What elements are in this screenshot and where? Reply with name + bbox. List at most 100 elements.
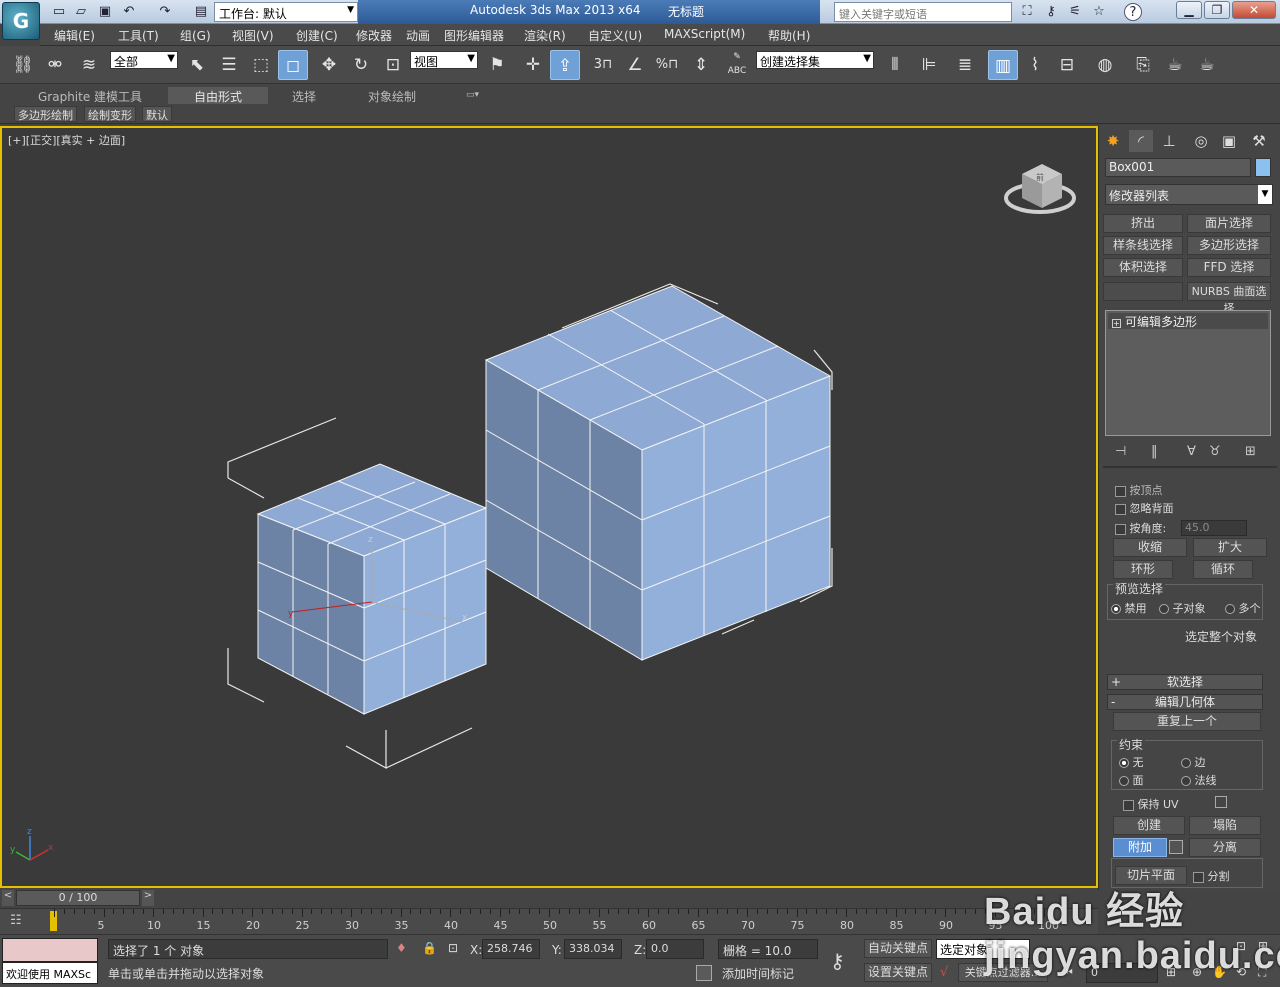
preserve-uv-settings-icon[interactable] [1215, 796, 1227, 808]
menu-graph-editors[interactable]: 图形编辑器 [444, 27, 504, 44]
mirror-icon[interactable]: ⫴ [880, 50, 910, 80]
radio[interactable] [1119, 776, 1129, 786]
slider-prev-arrow[interactable]: < [2, 890, 14, 906]
patch-select-button[interactable]: 面片选择 [1187, 214, 1271, 233]
slice-plane-button[interactable]: 切片平面 [1115, 866, 1187, 885]
angle-spinner[interactable]: 45.0 [1181, 520, 1247, 536]
zoom-extents-all-icon[interactable]: ⊞ [1258, 939, 1268, 953]
object-name-field[interactable]: Box001 [1105, 158, 1251, 177]
time-config-icon[interactable]: ⊞ [1166, 965, 1176, 979]
save-icon[interactable]: ▣ [96, 3, 114, 21]
radio[interactable] [1119, 758, 1129, 768]
create-tab-icon[interactable]: ✸ [1101, 130, 1125, 152]
material-editor-icon[interactable]: ◍ [1090, 50, 1120, 80]
large-cube[interactable] [484, 285, 832, 661]
radio[interactable] [1159, 604, 1169, 614]
constraint-none-radio[interactable]: 无 [1119, 754, 1144, 770]
checkbox[interactable] [1115, 503, 1126, 515]
viewcube[interactable]: 前 [1004, 164, 1076, 214]
menu-views[interactable]: 视图(V) [232, 27, 274, 44]
soft-selection-rollout[interactable]: + 软选择 [1107, 674, 1263, 690]
time-slider-thumb[interactable]: 0 / 100 [16, 890, 140, 906]
loop-button[interactable]: 循环 [1193, 560, 1253, 579]
connect-icon[interactable]: ⚟ [1066, 3, 1084, 21]
radio[interactable] [1111, 604, 1121, 614]
radio[interactable] [1181, 758, 1191, 768]
attach-button[interactable]: 附加 [1113, 838, 1167, 857]
preserve-uv-checkbox[interactable]: 保持 UV [1123, 796, 1179, 812]
ignore-backfacing-checkbox[interactable]: 忽略背面 [1115, 500, 1174, 516]
checkbox[interactable] [1115, 485, 1126, 497]
constraint-face-radio[interactable]: 面 [1119, 772, 1144, 788]
by-angle-checkbox[interactable]: 按角度: [1115, 520, 1166, 536]
pivot-center-icon[interactable]: ⚑ [482, 50, 512, 80]
rect-selection-icon[interactable]: ⬚ [246, 50, 276, 80]
tab-object-paint[interactable]: 对象绘制 [360, 87, 424, 104]
menu-rendering[interactable]: 渲染(R) [524, 27, 566, 44]
keyboard-shortcut-override-icon[interactable]: ⇪ [550, 50, 580, 80]
project-folder-icon[interactable]: ▤ [192, 3, 210, 21]
open-file-icon[interactable]: ▱ [72, 3, 90, 21]
key-icon[interactable]: ⚷ [1042, 3, 1060, 21]
new-file-icon[interactable]: ▭ [50, 3, 68, 21]
modifier-list-dropdown[interactable]: 修改器列表 ▼ [1105, 184, 1273, 205]
empty-modifier-button[interactable] [1103, 282, 1183, 301]
z-coordinate-field[interactable]: 0.0 [646, 939, 704, 959]
motion-tab-icon[interactable]: ◎ [1189, 130, 1213, 152]
y-coordinate-field[interactable]: 338.034 [564, 939, 622, 959]
maxscript-listener-pink[interactable] [2, 938, 98, 962]
binoculars-icon[interactable]: ⛶ [1018, 3, 1036, 21]
display-tab-icon[interactable]: ▣ [1217, 130, 1241, 152]
edit-named-selection-icon[interactable]: ✎ ABC [722, 50, 752, 80]
checkbox[interactable] [1123, 799, 1134, 811]
menu-modifiers[interactable]: 修改器 [356, 27, 392, 44]
subtab-paint-deform[interactable]: 绘制变形 [84, 106, 136, 122]
key-filters-button[interactable]: 关键点过滤器... [958, 963, 1048, 982]
subtab-defaults[interactable]: 默认 [142, 106, 172, 122]
constraint-edge-radio[interactable]: 边 [1181, 754, 1206, 770]
help-icon[interactable]: ? [1124, 3, 1142, 21]
current-frame-field[interactable]: 0 [1086, 963, 1158, 983]
maximize-viewport-icon[interactable]: ⛶ [1258, 965, 1266, 980]
menu-customize[interactable]: 自定义(U) [588, 27, 642, 44]
nurbs-surface-select-button[interactable]: NURBS 曲面选择 [1187, 282, 1271, 315]
preview-multi-radio[interactable]: 多个 [1225, 600, 1261, 616]
grow-button[interactable]: 扩大 [1193, 538, 1267, 557]
subtab-poly-draw[interactable]: 多边形绘制 [14, 106, 77, 122]
collapse-button[interactable]: 塌陷 [1189, 816, 1261, 835]
x-coordinate-field[interactable]: 258.746 [482, 939, 540, 959]
maximize-button[interactable]: ❐ [1204, 1, 1230, 19]
repeat-last-button[interactable]: 重复上一个 [1113, 712, 1261, 731]
remove-modifier-icon[interactable]: ♉ [1209, 444, 1221, 459]
menu-group[interactable]: 组(G) [180, 27, 211, 44]
search-input[interactable]: 键入关键字或短语 [834, 2, 1012, 22]
selection-filter-dropdown[interactable]: 全部 ▼ [110, 51, 178, 69]
tab-selection[interactable]: 选择 [284, 87, 324, 104]
angle-snap-icon[interactable]: ∠ [620, 50, 650, 80]
detach-button[interactable]: 分离 [1189, 838, 1261, 857]
select-object-icon[interactable]: ⬉ [182, 50, 212, 80]
viewport-scene[interactable]: z x y 前 z y x [2, 128, 1096, 886]
mini-curve-editor-icon[interactable]: ☷ [10, 913, 22, 928]
select-whole-object[interactable]: 选定整个对象 [1185, 628, 1257, 645]
zoom-icon[interactable]: ⊕ [1192, 965, 1202, 979]
link-icon[interactable]: ⛓ [8, 50, 38, 80]
shrink-button[interactable]: 收缩 [1113, 538, 1187, 557]
snap-toggle-icon[interactable]: 3⊓ [588, 50, 618, 80]
perspective-viewport[interactable]: [+][正交][真实 + 边面] z x y 前 z y x [0, 126, 1098, 888]
preview-subobject-radio[interactable]: 子对象 [1159, 600, 1206, 616]
menu-maxscript[interactable]: MAXScript(M) [664, 27, 745, 41]
scale-icon[interactable]: ⊡ [378, 50, 408, 80]
isolate-icon[interactable]: ♦ [396, 941, 407, 955]
spline-select-button[interactable]: 样条线选择 [1103, 236, 1183, 255]
set-key-button[interactable]: 设置关键点 [864, 963, 932, 982]
go-to-start-icon[interactable]: ⏮ [1062, 965, 1073, 980]
rendered-frame-icon[interactable]: ☕ [1160, 50, 1190, 80]
named-selection-dropdown[interactable]: 创建选择集 ▼ [756, 51, 874, 69]
select-by-name-icon[interactable]: ☰ [214, 50, 244, 80]
unlink-icon[interactable]: ⚮ [40, 50, 70, 80]
edit-geometry-rollout[interactable]: - 编辑几何体 [1107, 694, 1263, 710]
maxscript-mini-listener[interactable]: 欢迎使用 MAXSc [2, 962, 98, 984]
orbit-icon[interactable]: ⟲ [1236, 965, 1246, 979]
zoom-extents-icon[interactable]: ⊡ [1236, 939, 1246, 953]
